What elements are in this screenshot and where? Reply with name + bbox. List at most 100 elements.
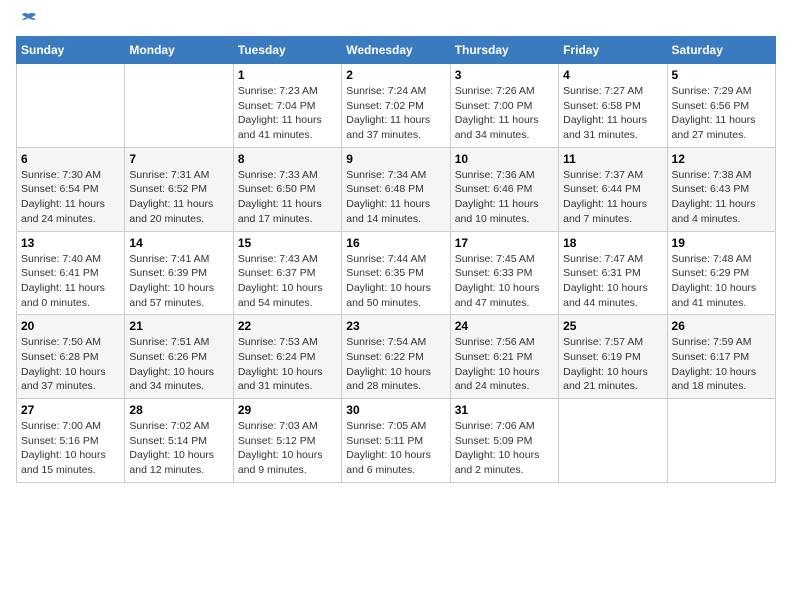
calendar-cell <box>125 64 233 148</box>
calendar-cell: 9 Sunrise: 7:34 AM Sunset: 6:48 PM Daylig… <box>342 147 450 231</box>
calendar-cell: 6Sunrise: 7:30 AM Sunset: 6:54 PM Daylig… <box>17 147 125 231</box>
column-header-monday: Monday <box>125 37 233 64</box>
day-number: 16 <box>346 236 445 250</box>
day-number: 17 <box>455 236 554 250</box>
column-header-tuesday: Tuesday <box>233 37 341 64</box>
day-number: 31 <box>455 403 554 417</box>
cell-sun-info: Sunrise: 7:29 AM Sunset: 6:56 PM Dayligh… <box>672 84 771 143</box>
calendar-cell: 11Sunrise: 7:37 AM Sunset: 6:44 PM Dayli… <box>559 147 667 231</box>
cell-sun-info: Sunrise: 7:02 AM Sunset: 5:14 PM Dayligh… <box>129 419 228 478</box>
column-header-sunday: Sunday <box>17 37 125 64</box>
calendar-cell: 4 Sunrise: 7:27 AM Sunset: 6:58 PM Daylig… <box>559 64 667 148</box>
day-number: 3 <box>455 68 554 82</box>
calendar-cell: 30 Sunrise: 7:05 AM Sunset: 5:11 PM Dayli… <box>342 399 450 483</box>
calendar-cell: 28 Sunrise: 7:02 AM Sunset: 5:14 PM Dayli… <box>125 399 233 483</box>
cell-sun-info: Sunrise: 7:27 AM Sunset: 6:58 PM Dayligh… <box>563 84 662 143</box>
week-row-5: 27 Sunrise: 7:00 AM Sunset: 5:16 PM Dayli… <box>17 399 776 483</box>
column-header-friday: Friday <box>559 37 667 64</box>
cell-sun-info: Sunrise: 7:36 AM Sunset: 6:46 PM Dayligh… <box>455 168 554 227</box>
calendar-cell: 16 Sunrise: 7:44 AM Sunset: 6:35 PM Dayli… <box>342 231 450 315</box>
day-number: 29 <box>238 403 337 417</box>
day-number: 23 <box>346 319 445 333</box>
logo <box>16 16 38 24</box>
calendar-cell <box>17 64 125 148</box>
calendar-cell: 8 Sunrise: 7:33 AM Sunset: 6:50 PM Daylig… <box>233 147 341 231</box>
day-number: 13 <box>21 236 120 250</box>
logo-bird-icon <box>18 12 38 28</box>
cell-sun-info: Sunrise: 7:41 AM Sunset: 6:39 PM Dayligh… <box>129 252 228 311</box>
page-header <box>16 16 776 24</box>
cell-sun-info: Sunrise: 7:24 AM Sunset: 7:02 PM Dayligh… <box>346 84 445 143</box>
calendar-cell: 13 Sunrise: 7:40 AM Sunset: 6:41 PM Dayli… <box>17 231 125 315</box>
day-number: 20 <box>21 319 120 333</box>
cell-sun-info: Sunrise: 7:23 AM Sunset: 7:04 PM Dayligh… <box>238 84 337 143</box>
calendar-cell: 1Sunrise: 7:23 AM Sunset: 7:04 PM Daylig… <box>233 64 341 148</box>
calendar-cell: 23 Sunrise: 7:54 AM Sunset: 6:22 PM Dayli… <box>342 315 450 399</box>
calendar-cell: 21 Sunrise: 7:51 AM Sunset: 6:26 PM Dayli… <box>125 315 233 399</box>
calendar-cell: 19 Sunrise: 7:48 AM Sunset: 6:29 PM Dayli… <box>667 231 775 315</box>
day-number: 8 <box>238 152 337 166</box>
calendar-header-row: SundayMondayTuesdayWednesdayThursdayFrid… <box>17 37 776 64</box>
cell-sun-info: Sunrise: 7:51 AM Sunset: 6:26 PM Dayligh… <box>129 335 228 394</box>
cell-sun-info: Sunrise: 7:47 AM Sunset: 6:31 PM Dayligh… <box>563 252 662 311</box>
cell-sun-info: Sunrise: 7:48 AM Sunset: 6:29 PM Dayligh… <box>672 252 771 311</box>
cell-sun-info: Sunrise: 7:06 AM Sunset: 5:09 PM Dayligh… <box>455 419 554 478</box>
calendar-cell: 25 Sunrise: 7:57 AM Sunset: 6:19 PM Dayli… <box>559 315 667 399</box>
day-number: 4 <box>563 68 662 82</box>
day-number: 19 <box>672 236 771 250</box>
calendar-cell: 29 Sunrise: 7:03 AM Sunset: 5:12 PM Dayli… <box>233 399 341 483</box>
cell-sun-info: Sunrise: 7:54 AM Sunset: 6:22 PM Dayligh… <box>346 335 445 394</box>
calendar-cell: 24 Sunrise: 7:56 AM Sunset: 6:21 PM Dayli… <box>450 315 558 399</box>
calendar-table: SundayMondayTuesdayWednesdayThursdayFrid… <box>16 36 776 483</box>
column-header-wednesday: Wednesday <box>342 37 450 64</box>
day-number: 18 <box>563 236 662 250</box>
day-number: 5 <box>672 68 771 82</box>
calendar-cell: 26 Sunrise: 7:59 AM Sunset: 6:17 PM Dayli… <box>667 315 775 399</box>
cell-sun-info: Sunrise: 7:53 AM Sunset: 6:24 PM Dayligh… <box>238 335 337 394</box>
day-number: 11 <box>563 152 662 166</box>
day-number: 27 <box>21 403 120 417</box>
day-number: 6 <box>21 152 120 166</box>
calendar-cell: 27 Sunrise: 7:00 AM Sunset: 5:16 PM Dayli… <box>17 399 125 483</box>
day-number: 12 <box>672 152 771 166</box>
cell-sun-info: Sunrise: 7:34 AM Sunset: 6:48 PM Dayligh… <box>346 168 445 227</box>
cell-sun-info: Sunrise: 7:26 AM Sunset: 7:00 PM Dayligh… <box>455 84 554 143</box>
calendar-cell: 5 Sunrise: 7:29 AM Sunset: 6:56 PM Daylig… <box>667 64 775 148</box>
day-number: 24 <box>455 319 554 333</box>
calendar-cell: 12Sunrise: 7:38 AM Sunset: 6:43 PM Dayli… <box>667 147 775 231</box>
day-number: 9 <box>346 152 445 166</box>
day-number: 22 <box>238 319 337 333</box>
cell-sun-info: Sunrise: 7:50 AM Sunset: 6:28 PM Dayligh… <box>21 335 120 394</box>
day-number: 30 <box>346 403 445 417</box>
calendar-cell: 31 Sunrise: 7:06 AM Sunset: 5:09 PM Dayli… <box>450 399 558 483</box>
cell-sun-info: Sunrise: 7:00 AM Sunset: 5:16 PM Dayligh… <box>21 419 120 478</box>
cell-sun-info: Sunrise: 7:33 AM Sunset: 6:50 PM Dayligh… <box>238 168 337 227</box>
calendar-cell <box>559 399 667 483</box>
cell-sun-info: Sunrise: 7:05 AM Sunset: 5:11 PM Dayligh… <box>346 419 445 478</box>
day-number: 25 <box>563 319 662 333</box>
day-number: 10 <box>455 152 554 166</box>
column-header-thursday: Thursday <box>450 37 558 64</box>
calendar-cell: 7Sunrise: 7:31 AM Sunset: 6:52 PM Daylig… <box>125 147 233 231</box>
day-number: 21 <box>129 319 228 333</box>
day-number: 14 <box>129 236 228 250</box>
week-row-3: 13 Sunrise: 7:40 AM Sunset: 6:41 PM Dayli… <box>17 231 776 315</box>
day-number: 26 <box>672 319 771 333</box>
cell-sun-info: Sunrise: 7:40 AM Sunset: 6:41 PM Dayligh… <box>21 252 120 311</box>
day-number: 7 <box>129 152 228 166</box>
cell-sun-info: Sunrise: 7:44 AM Sunset: 6:35 PM Dayligh… <box>346 252 445 311</box>
cell-sun-info: Sunrise: 7:45 AM Sunset: 6:33 PM Dayligh… <box>455 252 554 311</box>
calendar-cell: 17 Sunrise: 7:45 AM Sunset: 6:33 PM Dayli… <box>450 231 558 315</box>
cell-sun-info: Sunrise: 7:03 AM Sunset: 5:12 PM Dayligh… <box>238 419 337 478</box>
cell-sun-info: Sunrise: 7:43 AM Sunset: 6:37 PM Dayligh… <box>238 252 337 311</box>
cell-sun-info: Sunrise: 7:56 AM Sunset: 6:21 PM Dayligh… <box>455 335 554 394</box>
week-row-4: 20 Sunrise: 7:50 AM Sunset: 6:28 PM Dayli… <box>17 315 776 399</box>
calendar-cell: 14 Sunrise: 7:41 AM Sunset: 6:39 PM Dayli… <box>125 231 233 315</box>
cell-sun-info: Sunrise: 7:57 AM Sunset: 6:19 PM Dayligh… <box>563 335 662 394</box>
calendar-cell: 22 Sunrise: 7:53 AM Sunset: 6:24 PM Dayli… <box>233 315 341 399</box>
calendar-cell <box>667 399 775 483</box>
cell-sun-info: Sunrise: 7:59 AM Sunset: 6:17 PM Dayligh… <box>672 335 771 394</box>
calendar-cell: 15Sunrise: 7:43 AM Sunset: 6:37 PM Dayli… <box>233 231 341 315</box>
day-number: 28 <box>129 403 228 417</box>
day-number: 2 <box>346 68 445 82</box>
